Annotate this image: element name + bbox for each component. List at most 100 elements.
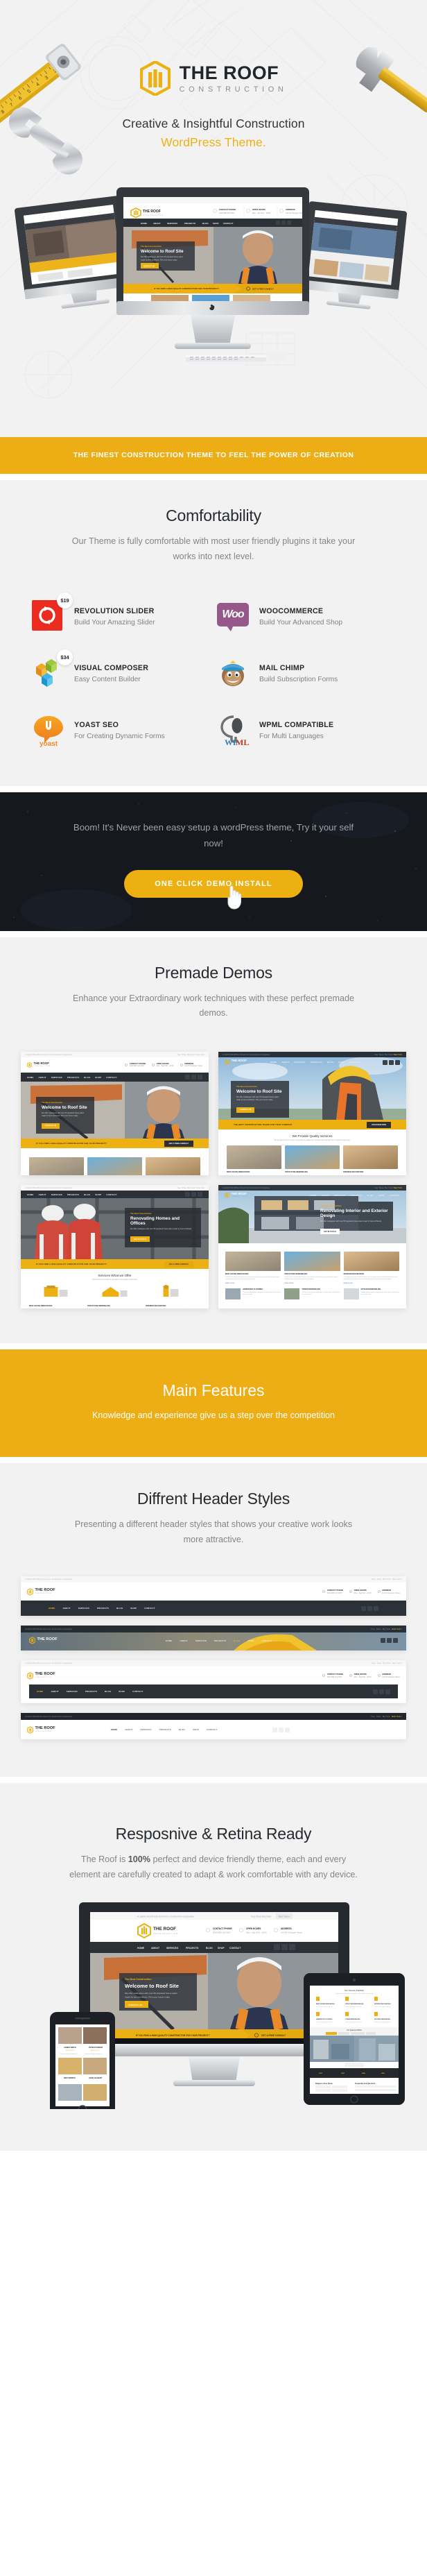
nav-item[interactable]: BLOG bbox=[327, 1061, 333, 1064]
nav-item-blog[interactable]: BLOG bbox=[179, 1728, 185, 1731]
topbar-link-shop[interactable]: Shop bbox=[376, 1628, 381, 1630]
demo-nav[interactable]: HOME ABOUT SERVICES PROJECTS BLOG SHOP C… bbox=[27, 1076, 117, 1079]
topbar-city-select[interactable]: New York bbox=[392, 1662, 401, 1664]
nav-item[interactable]: HOME bbox=[27, 1076, 33, 1079]
hs-navbar[interactable]: THE ROOF CONSTRUCTION HOME ABOUT SERVICES… bbox=[21, 1720, 406, 1740]
plugin-yoast-seo[interactable]: yoast YOAST SEO For Creating Dynamic For… bbox=[32, 714, 210, 748]
nav-item-projects[interactable]: PROJECTS bbox=[214, 1639, 226, 1642]
nav-item-projects[interactable]: PROJECTS bbox=[159, 1728, 171, 1731]
facebook-icon[interactable] bbox=[367, 1605, 372, 1611]
nav-item[interactable]: BLOG bbox=[84, 1193, 90, 1196]
caption-button[interactable]: CONTACT US bbox=[42, 1123, 60, 1129]
facebook-icon[interactable] bbox=[386, 1638, 392, 1644]
demo-navbar[interactable]: HOME ABOUT SERVICES PROJECTS BLOG SHOP C… bbox=[21, 1191, 209, 1199]
nav-item-services[interactable]: SERVICES bbox=[140, 1728, 151, 1731]
nav-item[interactable]: SHOP bbox=[95, 1076, 101, 1079]
nav-item[interactable]: PROJECTS bbox=[67, 1076, 79, 1079]
demo-card[interactable]: A stylish WordPress theme for constructi… bbox=[218, 1052, 406, 1176]
demo-service-card[interactable]: STRUCTURE REMODELING bbox=[285, 1145, 340, 1173]
plugin-visual-composer[interactable]: $34 VISUAL COMPOSER Easy Content Builder bbox=[32, 649, 210, 690]
topbar-city-select[interactable]: New York bbox=[392, 1716, 400, 1718]
nav-item-projects[interactable]: PROJECTS bbox=[97, 1607, 109, 1610]
demo-nav[interactable]: HOME ABOUT SERVICES PROJECTS BLOG SHOP C… bbox=[270, 1061, 360, 1064]
demo-service-card[interactable]: STRUCTURE REMODELINGProfessional constru… bbox=[87, 1284, 142, 1308]
nav-item-shop[interactable]: SHOP bbox=[247, 1639, 254, 1642]
topbar-city-select[interactable]: New York bbox=[392, 1628, 400, 1630]
nav-item[interactable]: HOME bbox=[310, 1194, 316, 1197]
nav-item-home[interactable]: HOME bbox=[49, 1607, 55, 1610]
demo-navbar[interactable]: THE ROOF CONSTRUCTION HOME ABOUT SERVICES… bbox=[218, 1057, 406, 1066]
plugin-woocommerce[interactable]: Woo WOOCOMMERCE Build Your Advanced Shop bbox=[217, 600, 395, 633]
demo-service-card[interactable]: INTERIOR DECORATIONOur highly educated s… bbox=[146, 1284, 200, 1308]
demo-service-card[interactable]: BEST HOUSE RENOVATION bbox=[227, 1145, 281, 1173]
header-style-card[interactable]: A stylish WordPress theme for constructi… bbox=[21, 1713, 406, 1740]
nav-item[interactable]: ABOUT bbox=[38, 1076, 46, 1079]
nav-item[interactable]: CONTACT bbox=[349, 1061, 360, 1064]
hs-navbar[interactable]: HOME ABOUT SERVICES PROJECTS BLOG SHOP C… bbox=[21, 1601, 406, 1617]
nav-item[interactable]: SERVICES bbox=[295, 1061, 306, 1064]
nav-item-home[interactable]: HOME bbox=[37, 1690, 43, 1693]
topbar-link-buy-now[interactable]: Buy Now bbox=[383, 1716, 390, 1718]
demo-service-card[interactable]: STRUCTURE REMODELINGProfessional constru… bbox=[284, 1252, 340, 1284]
yellow-bar-button[interactable]: GET A FREE CONSULT bbox=[164, 1261, 193, 1268]
nav-item[interactable]: PROJECTS bbox=[311, 1061, 322, 1064]
caption-button[interactable]: GET IN TOUCH bbox=[130, 1236, 150, 1243]
demo-nav[interactable]: HOME ABOUT SERVICES PROJECTS BLOG SHOP C… bbox=[310, 1194, 400, 1197]
card-more-link[interactable]: READ MORE bbox=[344, 1283, 399, 1284]
nav-item-services[interactable]: SERVICES bbox=[78, 1607, 89, 1610]
demo-navbar[interactable]: HOME ABOUT SERVICES PROJECTS BLOG SHOP C… bbox=[21, 1073, 209, 1082]
nav-item[interactable]: BLOG bbox=[367, 1194, 374, 1197]
yellow-bar-button[interactable]: GET A FREE CONSULT bbox=[164, 1140, 193, 1147]
twitter-icon[interactable] bbox=[373, 1689, 378, 1694]
nav-item[interactable]: CONTACT bbox=[106, 1193, 116, 1196]
topbar-link-faq[interactable]: Faq bbox=[372, 1662, 375, 1664]
nav-item-blog[interactable]: BLOG bbox=[105, 1690, 111, 1693]
twitter-icon[interactable] bbox=[361, 1605, 366, 1611]
nav-item-services[interactable]: SERVICES bbox=[67, 1690, 78, 1693]
nav-item[interactable]: CONTACT bbox=[390, 1194, 400, 1197]
plugin-wpml[interactable]: WP ML WPML COMPATIBLE For Multi Language… bbox=[217, 714, 395, 747]
topbar-link-shop[interactable]: Shop bbox=[377, 1578, 381, 1580]
nav-item-services[interactable]: SERVICES bbox=[195, 1639, 207, 1642]
demo-social[interactable] bbox=[185, 1075, 202, 1080]
nav-item[interactable]: SHOP bbox=[95, 1193, 101, 1196]
demo-list-item[interactable]: TOWER REMODELING Construction experts hel… bbox=[284, 1288, 340, 1299]
topbar-link-faq[interactable]: Faq bbox=[372, 1716, 375, 1718]
demo-service-card[interactable]: BEST HOUSE RENOVATIONConstruction expert… bbox=[29, 1157, 84, 1176]
card-more-link[interactable]: READ MORE bbox=[284, 1283, 340, 1284]
nav-item-about[interactable]: ABOUT bbox=[180, 1639, 188, 1642]
topbar-link-shop[interactable]: Shop bbox=[376, 1716, 381, 1718]
nav-item-shop[interactable]: SHOP bbox=[193, 1728, 199, 1731]
demo-card[interactable]: A stylish WordPress theme for constructi… bbox=[21, 1052, 209, 1176]
plugin-mailchimp[interactable]: MAIL CHIMP Build Subscription Forms bbox=[217, 657, 395, 690]
nav-item-about[interactable]: ABOUT bbox=[51, 1690, 58, 1693]
facebook-icon[interactable] bbox=[279, 1727, 284, 1732]
nav-item[interactable]: BLOG bbox=[84, 1076, 90, 1079]
nav-item-blog[interactable]: BLOG bbox=[116, 1607, 123, 1610]
nav-item[interactable]: PROJECTS bbox=[350, 1194, 362, 1197]
nav-item[interactable]: SERVICES bbox=[51, 1193, 62, 1196]
topbar-link-buy-now[interactable]: Buy Now bbox=[383, 1578, 390, 1580]
topbar-link-shop[interactable]: Shop bbox=[377, 1662, 381, 1664]
demo-service-card[interactable]: STRUCTURE REMODELINGProfessional constru… bbox=[87, 1157, 142, 1176]
nav-item[interactable]: ABOUT bbox=[281, 1061, 289, 1064]
demo-social[interactable] bbox=[185, 1192, 202, 1197]
nav-item-home[interactable]: HOME bbox=[111, 1728, 117, 1731]
demo-navbar[interactable]: THE ROOF CONSTRUCTION HOME ABOUT SERVICES… bbox=[218, 1191, 406, 1199]
linkedin-icon[interactable] bbox=[392, 1638, 398, 1644]
nav-item-about[interactable]: ABOUT bbox=[62, 1607, 70, 1610]
topbar-link-buy-now[interactable]: Buy Now bbox=[383, 1662, 390, 1664]
demo-service-card[interactable]: INTERIOR DECORATION bbox=[343, 1145, 398, 1173]
plugin-revolution-slider[interactable]: $19 REVOLUTION SLIDER Build Your Amazing… bbox=[32, 592, 210, 633]
caption-button[interactable]: CONTACT US bbox=[236, 1107, 255, 1113]
demo-card[interactable]: A stylish WordPress theme for constructi… bbox=[21, 1185, 209, 1309]
nav-item-contact[interactable]: CONTACT bbox=[261, 1639, 272, 1642]
nav-item[interactable]: SERVICES bbox=[51, 1076, 62, 1079]
demo-social[interactable] bbox=[383, 1059, 400, 1065]
topbar-link-buy-now[interactable]: Buy Now bbox=[383, 1628, 390, 1630]
demo-service-card[interactable]: INTERIOR DECORATIONOur highly educated s… bbox=[146, 1157, 200, 1176]
caption-button[interactable]: GET IN TOUCH bbox=[320, 1229, 340, 1235]
yellow-bar-button[interactable]: DISCOVER NOW bbox=[367, 1121, 391, 1128]
nav-item-shop[interactable]: SHOP bbox=[119, 1690, 125, 1693]
hs-navbar[interactable]: HOME ABOUT SERVICES PROJECTS BLOG SHOP C… bbox=[29, 1684, 398, 1699]
